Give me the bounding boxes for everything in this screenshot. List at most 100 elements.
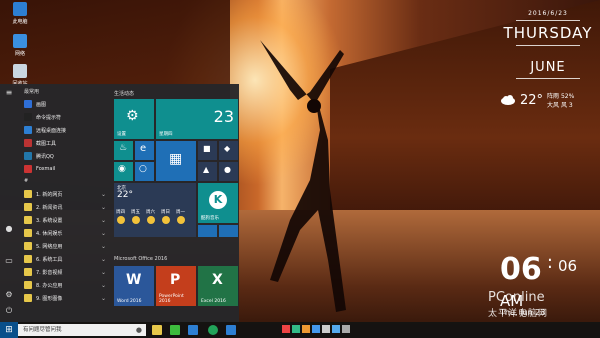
microphone-icon[interactable]: ●	[136, 324, 142, 336]
app-list-label: 画图	[36, 101, 47, 108]
app-list-folder[interactable]: 3. 系统设置 ⌄	[20, 214, 108, 226]
start-button[interactable]: ⊞	[0, 322, 18, 338]
clock-widget: 2016/6/23 THURSDAY JUNE	[498, 10, 598, 82]
tile-small-1[interactable]: ♨	[114, 141, 133, 160]
sun-icon	[161, 216, 170, 224]
tile-edge[interactable]: e	[135, 141, 154, 160]
tile-word[interactable]: W Word 2016	[114, 266, 154, 306]
documents-icon[interactable]: ▭	[4, 256, 14, 266]
tile-small-10[interactable]	[219, 225, 238, 237]
tile-store[interactable]: ▦	[156, 141, 196, 181]
app-list-label: 腾讯QQ	[36, 153, 54, 160]
app-list-folder[interactable]: 1. 新的网页 ⌄	[20, 188, 108, 200]
forecast-day: 周日	[161, 209, 170, 225]
start-rail: ≡ ● ▭ ⚙ ⏻	[0, 84, 18, 322]
excel-icon: X	[212, 272, 223, 288]
app-list-item[interactable]: 命令提示符	[20, 111, 108, 123]
widget-temperature: 22°	[520, 92, 544, 108]
cloud-icon	[501, 95, 515, 105]
app-list-item[interactable]: 画图	[20, 98, 108, 110]
app-list-item[interactable]: Foxmail	[20, 163, 108, 175]
tile-powerpoint[interactable]: P PowerPoint 2016	[156, 266, 196, 306]
app-list-folder[interactable]: 4. 休闲娱乐 ⌄	[20, 227, 108, 239]
tile-small-3[interactable]: ◉	[114, 162, 133, 181]
tray-icon[interactable]	[312, 325, 320, 333]
app-list-label: 3. 系统设置	[36, 217, 63, 224]
app-list-item[interactable]: 截图工具	[20, 137, 108, 149]
file-explorer-icon[interactable]	[152, 325, 162, 335]
tile-small-7[interactable]: ▲	[198, 162, 217, 181]
tile-small-4[interactable]: ○	[135, 162, 154, 181]
app-list-folder[interactable]: 6. 系统工具 ⌄	[20, 253, 108, 265]
desktop-icon-network[interactable]: 网络	[0, 34, 40, 57]
chevron-down-icon: ⌄	[100, 216, 106, 224]
widget-weather-line2: 大风 风 3	[547, 102, 573, 109]
chevron-down-icon: ⌄	[100, 203, 106, 211]
app-list-folder[interactable]: 9. 图形图像 ⌄	[20, 292, 108, 304]
desktop-icon-this-pc[interactable]: 此电脑	[0, 2, 40, 25]
sun-icon	[116, 216, 125, 224]
tile-small-6[interactable]: ◆	[219, 141, 238, 160]
chevron-down-icon: ⌄	[100, 281, 106, 289]
app-list-folder[interactable]: 7. 影音视频 ⌄	[20, 266, 108, 278]
power-icon[interactable]: ⏻	[4, 306, 14, 316]
settings-icon[interactable]: ⚙	[4, 290, 14, 300]
tile-label: 星期四	[159, 132, 173, 137]
weather-temp: 22°	[117, 190, 133, 200]
folder-icon	[24, 216, 32, 224]
app-list-item[interactable]: 腾讯QQ	[20, 150, 108, 162]
tray-icon[interactable]	[292, 325, 300, 333]
tile-calendar[interactable]: 23 星期四	[156, 99, 238, 139]
app-list-folder[interactable]: 2. 新闻资讯 ⌄	[20, 201, 108, 213]
app-list-label: 命令提示符	[36, 114, 62, 121]
app-list-header: #	[24, 178, 29, 184]
watermark-brand: PConline	[488, 290, 545, 305]
hamburger-icon[interactable]: ≡	[4, 88, 14, 98]
chevron-down-icon: ⌄	[100, 255, 106, 263]
tile-small-8[interactable]: ●	[219, 162, 238, 181]
desktop-icon-label: 此电脑	[12, 19, 28, 25]
browser-icon[interactable]	[188, 325, 198, 335]
desktop-icon-label: 网络	[14, 51, 25, 57]
app-list-label: 9. 图形图像	[36, 295, 63, 302]
widget-divider	[516, 78, 580, 79]
tile-kugou[interactable]: K 酷狗音乐	[198, 183, 238, 223]
wechat-icon[interactable]	[170, 325, 180, 335]
circle-icon: ○	[139, 164, 147, 174]
tray-icon[interactable]	[332, 325, 340, 333]
tray-icon[interactable]	[342, 325, 350, 333]
app-icon: ●	[224, 165, 231, 174]
start-tiles: 生活动态 ⚙ 设置 23 星期四 ♨ e ◉ ○ ▦ ■ ◆ ▲ ● 北京 22…	[112, 84, 239, 322]
app-list-folder[interactable]: 5. 网络应用 ⌄	[20, 240, 108, 252]
tile-label: Word 2016	[117, 299, 142, 304]
weather-forecast: 周四 周五 周六 周日 周一	[116, 209, 185, 225]
tile-settings[interactable]: ⚙ 设置	[114, 99, 154, 139]
chevron-down-icon: ⌄	[100, 268, 106, 276]
tile-label: Excel 2016	[201, 299, 226, 304]
recycle-bin-icon	[13, 64, 27, 78]
tray-icon[interactable]	[322, 325, 330, 333]
app-list-label: 远程桌面连接	[36, 127, 67, 134]
tile-weather[interactable]: 北京 22° 周四 周五 周六 周日 周一	[114, 183, 196, 237]
app-icon	[24, 152, 32, 160]
app-list-folder[interactable]: 8. 办公应用 ⌄	[20, 279, 108, 291]
big-clock-hour: 06	[500, 252, 542, 287]
tray-icon[interactable]	[282, 325, 290, 333]
app-icon	[24, 139, 32, 147]
taskbar: ⊞ 有问题尽管问我 ●	[0, 322, 600, 338]
360-icon[interactable]	[208, 325, 218, 335]
folder-icon	[24, 294, 32, 302]
store-icon[interactable]	[226, 325, 236, 335]
network-icon	[13, 34, 27, 48]
app-list-item[interactable]: 远程桌面连接	[20, 124, 108, 136]
tile-excel[interactable]: X Excel 2016	[198, 266, 238, 306]
app-icon: ■	[203, 144, 211, 153]
tile-small-5[interactable]: ■	[198, 141, 217, 160]
tray-icon[interactable]	[302, 325, 310, 333]
gear-icon: ⚙	[126, 108, 139, 124]
user-icon[interactable]: ●	[4, 224, 14, 234]
folder-icon	[24, 268, 32, 276]
widget-date: 2016/6/23	[528, 10, 568, 17]
tile-small-9[interactable]	[198, 225, 217, 237]
search-box[interactable]: 有问题尽管问我 ●	[18, 324, 146, 336]
